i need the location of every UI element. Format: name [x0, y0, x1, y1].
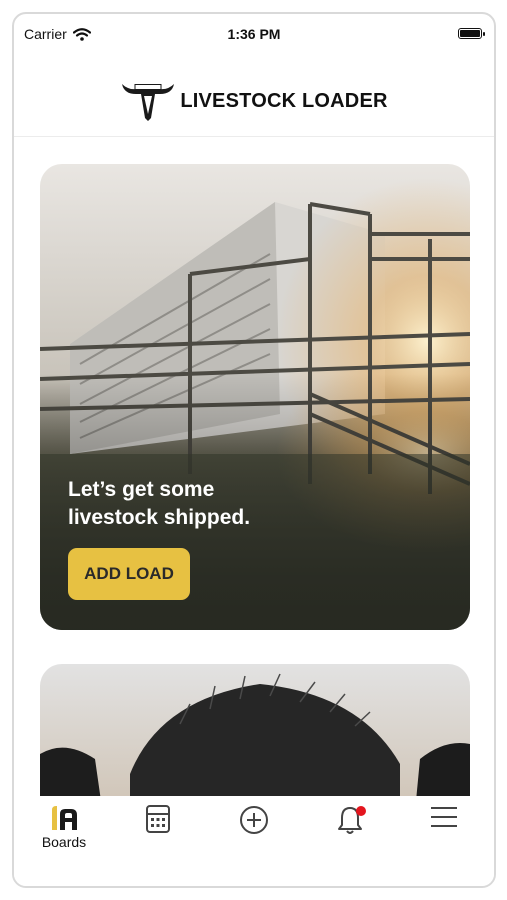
hero-headline: Let’s get some livestock shipped.: [68, 476, 328, 532]
hero-headline-line1: Let’s get some: [68, 478, 215, 501]
tab-add[interactable]: [224, 804, 284, 836]
bull-horns-icon: [122, 84, 175, 121]
calculator-icon: [146, 805, 170, 833]
tab-calculator[interactable]: [128, 804, 188, 834]
phone-screen: Carrier 1:36 PM LIVESTOCK LOADER Let’s g…: [12, 12, 496, 888]
black-cattle-photo: [40, 664, 470, 800]
app-title: LIVESTOCK LOADER: [180, 89, 388, 112]
boards-icon: [52, 806, 77, 830]
status-bar: Carrier 1:36 PM: [14, 14, 494, 54]
hero-card: Let’s get some livestock shipped. ADD LO…: [40, 164, 470, 630]
hero-headline-line2: livestock shipped.: [68, 506, 251, 529]
battery-icon: [458, 28, 485, 39]
menu-icon: [431, 807, 457, 827]
tab-menu[interactable]: [414, 804, 474, 830]
add-load-button[interactable]: ADD LOAD: [68, 548, 190, 600]
status-time: 1:36 PM: [227, 26, 281, 42]
cattle-card[interactable]: [40, 664, 470, 800]
plus-circle-icon: [240, 806, 268, 834]
tab-boards[interactable]: Boards: [34, 804, 94, 850]
main-content[interactable]: Let’s get some livestock shipped. ADD LO…: [14, 138, 494, 800]
app-header: LIVESTOCK LOADER: [14, 66, 494, 137]
notification-badge: [356, 806, 366, 816]
tab-boards-label: Boards: [41, 834, 87, 850]
tab-notifications[interactable]: [320, 804, 380, 836]
tab-bar: Boards: [14, 796, 494, 886]
